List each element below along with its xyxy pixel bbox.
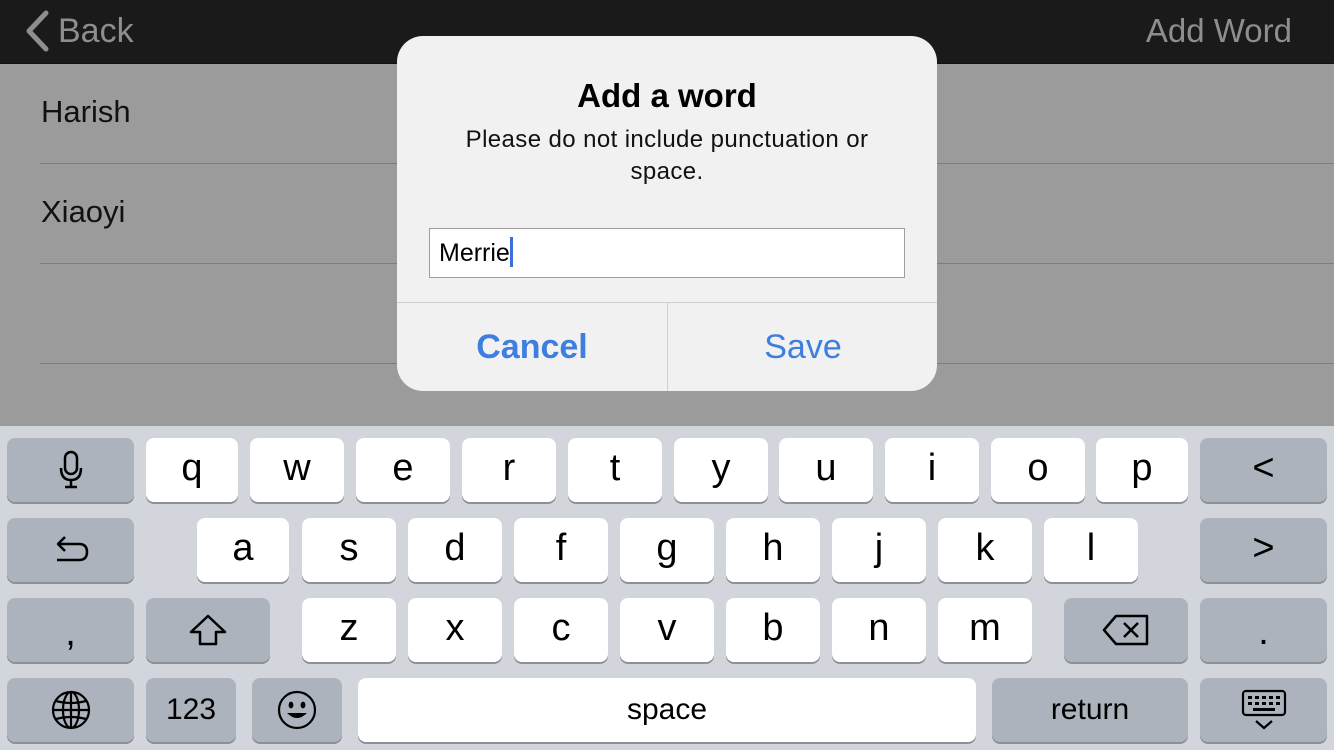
key-k[interactable]: k <box>938 518 1032 582</box>
back-label: Back <box>58 11 134 50</box>
microphone-icon <box>59 450 82 489</box>
period-key[interactable]: . <box>1200 598 1327 662</box>
emoji-key[interactable] <box>252 678 342 742</box>
key-m[interactable]: m <box>938 598 1032 662</box>
key-label: g <box>656 526 678 569</box>
key-label: u <box>815 446 837 489</box>
backspace-icon <box>1102 614 1149 646</box>
back-button[interactable]: Back <box>24 6 134 56</box>
key-a[interactable]: a <box>197 518 289 582</box>
cursor-right-key[interactable]: > <box>1200 518 1327 582</box>
word-input-value: Merrie <box>439 239 510 267</box>
chevron-left-icon: < <box>1252 446 1275 489</box>
delete-key[interactable] <box>1064 598 1188 662</box>
key-x[interactable]: x <box>408 598 502 662</box>
key-c[interactable]: c <box>514 598 608 662</box>
chevron-left-icon <box>26 10 49 52</box>
key-label: return <box>1050 693 1130 726</box>
add-word-nav-button[interactable]: Add Word <box>1146 9 1292 53</box>
dictation-key[interactable] <box>7 438 134 502</box>
key-label: . <box>1258 610 1269 653</box>
key-label: j <box>874 526 884 569</box>
key-r[interactable]: r <box>462 438 556 502</box>
key-l[interactable]: l <box>1044 518 1138 582</box>
key-label: p <box>1131 446 1153 489</box>
key-label: d <box>444 526 466 569</box>
key-y[interactable]: y <box>674 438 768 502</box>
keyboard: q w e r t y u i o p < a s d f g h j k l … <box>0 426 1334 750</box>
key-label: n <box>868 606 890 649</box>
key-b[interactable]: b <box>726 598 820 662</box>
globe-icon <box>51 690 90 730</box>
key-label: w <box>283 446 311 489</box>
undo-icon <box>56 536 88 562</box>
globe-key[interactable] <box>7 678 134 742</box>
key-label: o <box>1027 446 1049 489</box>
undo-key[interactable] <box>7 518 134 582</box>
key-label: f <box>555 526 567 569</box>
add-word-dialog: Add a word Please do not include punctua… <box>397 36 937 391</box>
key-s[interactable]: s <box>302 518 396 582</box>
key-label: 123 <box>165 693 217 726</box>
key-label: a <box>232 526 254 569</box>
key-z[interactable]: z <box>302 598 396 662</box>
key-label: l <box>1086 526 1096 569</box>
key-e[interactable]: e <box>356 438 450 502</box>
key-label: q <box>181 446 203 489</box>
key-label: i <box>927 446 937 489</box>
cursor-left-key[interactable]: < <box>1200 438 1327 502</box>
key-v[interactable]: v <box>620 598 714 662</box>
key-label: s <box>339 526 359 569</box>
key-q[interactable]: q <box>146 438 238 502</box>
key-label: k <box>975 526 995 569</box>
list-item-label: Xiaoyi <box>41 194 126 229</box>
key-label: space <box>626 693 708 726</box>
key-label: r <box>502 446 516 489</box>
key-n[interactable]: n <box>832 598 926 662</box>
key-i[interactable]: i <box>885 438 979 502</box>
list-item-label: Harish <box>41 94 131 129</box>
key-label: h <box>762 526 784 569</box>
key-label: x <box>445 606 465 649</box>
key-d[interactable]: d <box>408 518 502 582</box>
text-cursor <box>509 237 513 268</box>
shift-icon <box>189 614 227 646</box>
key-label: b <box>762 606 784 649</box>
dialog-message: Please do not include punctuation or spa… <box>465 126 869 185</box>
key-label: v <box>657 606 677 649</box>
key-label: c <box>551 606 571 649</box>
key-label: e <box>392 446 414 489</box>
return-key[interactable]: return <box>992 678 1188 742</box>
emoji-icon <box>277 690 317 730</box>
comma-key[interactable]: , <box>7 598 134 662</box>
key-label: , <box>65 611 76 654</box>
key-label: z <box>339 606 359 649</box>
dismiss-keyboard-key[interactable] <box>1200 678 1327 742</box>
key-g[interactable]: g <box>620 518 714 582</box>
key-label: t <box>609 446 621 489</box>
chevron-right-icon: > <box>1252 526 1275 569</box>
key-t[interactable]: t <box>568 438 662 502</box>
key-f[interactable]: f <box>514 518 608 582</box>
key-u[interactable]: u <box>779 438 873 502</box>
key-label: m <box>969 606 1001 649</box>
numbers-key[interactable]: 123 <box>146 678 236 742</box>
key-h[interactable]: h <box>726 518 820 582</box>
keyboard-dismiss-icon <box>1241 689 1286 730</box>
key-label: y <box>711 446 731 489</box>
save-button[interactable]: Save <box>668 303 937 391</box>
word-input[interactable]: Merrie <box>429 228 905 278</box>
space-key[interactable]: space <box>358 678 976 742</box>
dialog-title: Add a word <box>577 77 757 114</box>
key-p[interactable]: p <box>1096 438 1188 502</box>
key-o[interactable]: o <box>991 438 1085 502</box>
key-w[interactable]: w <box>250 438 344 502</box>
key-j[interactable]: j <box>832 518 926 582</box>
cancel-button[interactable]: Cancel <box>397 303 667 391</box>
shift-key[interactable] <box>146 598 270 662</box>
